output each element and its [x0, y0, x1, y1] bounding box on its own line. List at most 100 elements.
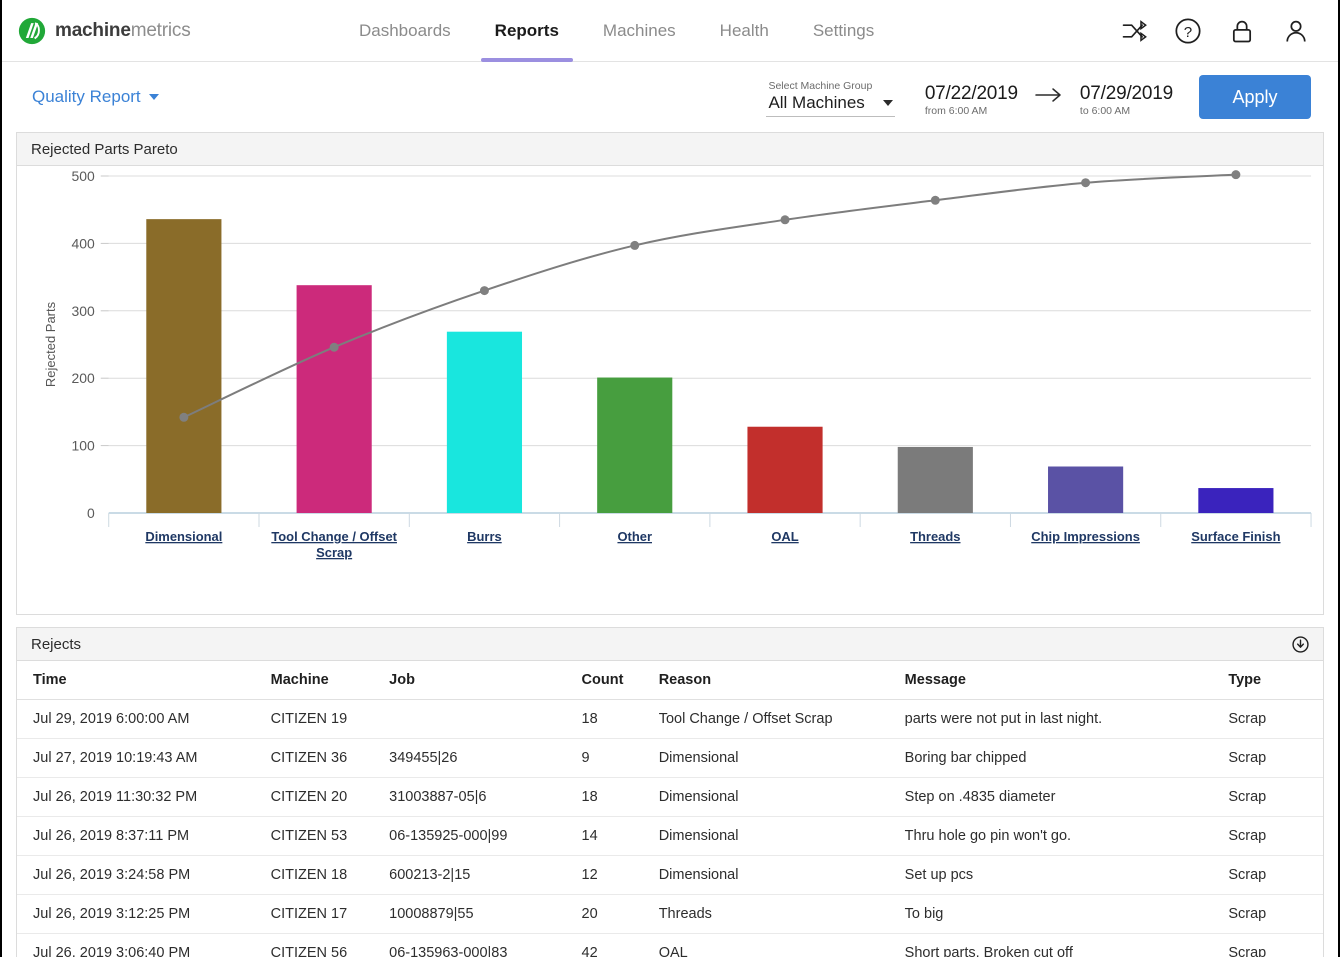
- bar-2[interactable]: [447, 332, 522, 513]
- cell-job: [389, 700, 581, 739]
- cell-machine: CITIZEN 17: [271, 895, 390, 934]
- cell-count: 9: [582, 739, 659, 778]
- cell-job: 10008879|55: [389, 895, 581, 934]
- help-circle-icon[interactable]: ?: [1174, 17, 1202, 45]
- machine-group-selector[interactable]: Select Machine Group All Machines: [766, 80, 894, 119]
- user-account-icon[interactable]: [1282, 17, 1310, 45]
- lock-icon[interactable]: [1228, 17, 1256, 45]
- cumulative-point-1[interactable]: [330, 343, 339, 352]
- cell-time: Jul 26, 2019 3:12:25 PM: [17, 895, 271, 934]
- nav-item-reports[interactable]: Reports: [473, 0, 581, 62]
- bar-4[interactable]: [747, 427, 822, 513]
- nav-item-health[interactable]: Health: [698, 0, 791, 62]
- x-axis-category-label-3[interactable]: Other: [617, 529, 652, 544]
- x-axis-category-label-5[interactable]: Threads: [910, 529, 960, 544]
- y-axis-tick-label: 0: [87, 505, 95, 521]
- cumulative-point-4[interactable]: [781, 215, 790, 224]
- x-axis-category-label-1[interactable]: Tool Change / Offset: [271, 529, 397, 544]
- cell-job: 349455|26: [389, 739, 581, 778]
- rejects-table-head: Time Machine Job Count Reason Message Ty…: [17, 661, 1323, 700]
- cell-job: 600213-2|15: [389, 856, 581, 895]
- apply-button[interactable]: Apply: [1199, 75, 1311, 119]
- brand-logo[interactable]: machinemetrics: [2, 17, 302, 45]
- table-row[interactable]: Jul 26, 2019 3:12:25 PMCITIZEN 171000887…: [17, 895, 1323, 934]
- bar-0[interactable]: [146, 219, 221, 513]
- x-axis-category-label-6[interactable]: Chip Impressions: [1031, 529, 1140, 544]
- table-header-row: Time Machine Job Count Reason Message Ty…: [17, 661, 1323, 700]
- machine-group-value: All Machines: [768, 93, 864, 113]
- column-header-count[interactable]: Count: [582, 661, 659, 700]
- column-header-time[interactable]: Time: [17, 661, 271, 700]
- table-row[interactable]: Jul 26, 2019 3:24:58 PMCITIZEN 18600213-…: [17, 856, 1323, 895]
- bar-7[interactable]: [1198, 488, 1273, 513]
- y-axis-label: Rejected Parts: [43, 301, 58, 387]
- cell-type: Scrap: [1228, 817, 1323, 856]
- chevron-down-icon: [883, 100, 893, 106]
- date-to-time: to 6:00 AM: [1080, 105, 1130, 117]
- bar-5[interactable]: [898, 447, 973, 513]
- table-row[interactable]: Jul 26, 2019 3:06:40 PMCITIZEN 5606-1359…: [17, 934, 1323, 957]
- rejects-panel-header: Rejects: [17, 628, 1323, 661]
- cell-count: 14: [582, 817, 659, 856]
- pareto-chart: 0100200300400500Rejected PartsDimensiona…: [17, 166, 1323, 614]
- column-header-machine[interactable]: Machine: [271, 661, 390, 700]
- cell-message: Set up pcs: [905, 856, 1229, 895]
- column-header-message[interactable]: Message: [905, 661, 1229, 700]
- nav-item-machines[interactable]: Machines: [581, 0, 698, 62]
- nav-item-dashboards[interactable]: Dashboards: [337, 0, 473, 62]
- x-axis-category-label-2[interactable]: Burrs: [467, 529, 502, 544]
- report-selector[interactable]: Quality Report: [2, 87, 159, 107]
- pareto-chart-svg: 0100200300400500Rejected PartsDimensiona…: [17, 166, 1323, 614]
- x-axis-category-label-0[interactable]: Dimensional: [145, 529, 222, 544]
- table-row[interactable]: Jul 29, 2019 6:00:00 AMCITIZEN 1918Tool …: [17, 700, 1323, 739]
- column-header-job[interactable]: Job: [389, 661, 581, 700]
- date-from-field[interactable]: 07/22/2019 from 6:00 AM: [925, 83, 1018, 119]
- cell-time: Jul 26, 2019 8:37:11 PM: [17, 817, 271, 856]
- bar-6[interactable]: [1048, 466, 1123, 513]
- table-row[interactable]: Jul 26, 2019 11:30:32 PMCITIZEN 20310038…: [17, 778, 1323, 817]
- cumulative-point-2[interactable]: [480, 286, 489, 295]
- cell-job: 06-135963-000|83: [389, 934, 581, 957]
- download-circle-icon[interactable]: [1292, 636, 1309, 653]
- column-header-reason[interactable]: Reason: [659, 661, 905, 700]
- x-axis-category-label-7[interactable]: Surface Finish: [1191, 529, 1280, 544]
- cell-message: Short parts. Broken cut off: [905, 934, 1229, 957]
- cell-machine: CITIZEN 36: [271, 739, 390, 778]
- cell-reason: Dimensional: [659, 778, 905, 817]
- pareto-panel-header: Rejected Parts Pareto: [17, 133, 1323, 166]
- table-row[interactable]: Jul 26, 2019 8:37:11 PMCITIZEN 5306-1359…: [17, 817, 1323, 856]
- table-row[interactable]: Jul 27, 2019 10:19:43 AMCITIZEN 36349455…: [17, 739, 1323, 778]
- cell-message: Thru hole go pin won't go.: [905, 817, 1229, 856]
- report-toolbar: Quality Report Select Machine Group All …: [2, 62, 1338, 132]
- date-to-value: 07/29/2019: [1080, 83, 1173, 105]
- top-navigation-bar: machinemetrics Dashboards Reports Machin…: [2, 0, 1338, 62]
- bar-1[interactable]: [297, 285, 372, 513]
- cell-time: Jul 26, 2019 3:06:40 PM: [17, 934, 271, 957]
- cell-time: Jul 29, 2019 6:00:00 AM: [17, 700, 271, 739]
- cell-reason: Dimensional: [659, 856, 905, 895]
- x-axis-category-label-1[interactable]: Scrap: [316, 545, 352, 560]
- cell-type: Scrap: [1228, 895, 1323, 934]
- cumulative-point-0[interactable]: [179, 413, 188, 422]
- date-range-arrow: [1034, 86, 1064, 109]
- x-axis-category-label-4[interactable]: OAL: [771, 529, 798, 544]
- date-to-field[interactable]: 07/29/2019 to 6:00 AM: [1080, 83, 1173, 119]
- bar-3[interactable]: [597, 378, 672, 513]
- column-header-type[interactable]: Type: [1228, 661, 1323, 700]
- brand-name-bold: machine: [55, 20, 131, 41]
- cumulative-point-6[interactable]: [1081, 178, 1090, 187]
- machine-group-value-row[interactable]: All Machines: [766, 93, 894, 117]
- cumulative-point-5[interactable]: [931, 196, 940, 205]
- cell-machine: CITIZEN 53: [271, 817, 390, 856]
- y-axis-tick-label: 400: [71, 235, 95, 251]
- cell-count: 42: [582, 934, 659, 957]
- cumulative-point-7[interactable]: [1231, 170, 1240, 179]
- shuffle-icon[interactable]: [1120, 17, 1148, 45]
- cell-type: Scrap: [1228, 778, 1323, 817]
- cell-time: Jul 26, 2019 3:24:58 PM: [17, 856, 271, 895]
- application-window: machinemetrics Dashboards Reports Machin…: [0, 0, 1340, 957]
- rejects-panel-title: Rejects: [31, 636, 81, 653]
- nav-item-settings[interactable]: Settings: [791, 0, 896, 62]
- cell-type: Scrap: [1228, 856, 1323, 895]
- cumulative-point-3[interactable]: [630, 241, 639, 250]
